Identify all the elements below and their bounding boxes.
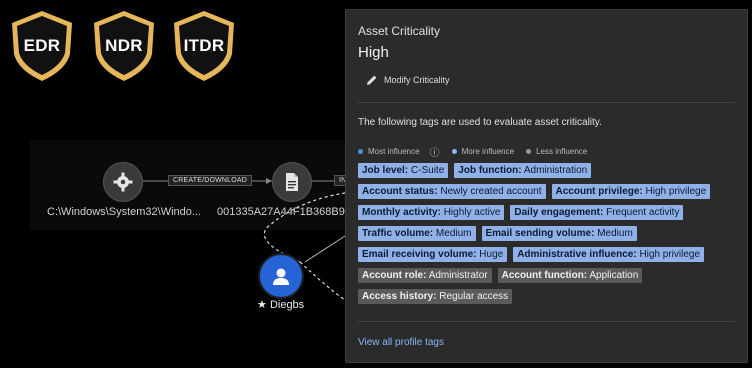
tag: Daily engagement: Frequent activity xyxy=(510,205,684,220)
legend-less: Less influence xyxy=(526,147,587,156)
user-name: Diegbs xyxy=(269,299,305,311)
tag: Job level: C-Suite xyxy=(358,163,449,178)
tag-key: Account privilege: xyxy=(555,186,643,197)
tag: Account status: Newly created account xyxy=(358,184,546,199)
dot-icon xyxy=(451,149,457,154)
tag-value: Frequent activity xyxy=(606,207,680,218)
tag-value: Administration xyxy=(523,165,588,176)
dot-icon xyxy=(526,149,532,154)
tag: Job function: Administration xyxy=(454,163,592,178)
asset-criticality-panel: Asset Criticality High Modify Criticalit… xyxy=(345,9,748,363)
pencil-icon xyxy=(367,75,377,85)
user-icon xyxy=(273,268,289,285)
tag-value: Regular access xyxy=(439,291,509,302)
tag-value: High privilege xyxy=(639,249,701,260)
user-node-label: ★ Diegbs xyxy=(257,298,304,311)
tag-key: Account status: xyxy=(362,186,438,197)
user-node[interactable] xyxy=(260,255,302,297)
tag: Access history: Regular access xyxy=(358,289,513,304)
tag: Email sending volume: Medium xyxy=(481,226,637,241)
modify-criticality-button[interactable]: Modify Criticality xyxy=(366,74,450,86)
criticality-value: High xyxy=(358,44,389,61)
document-icon xyxy=(286,173,298,191)
tag-value: High privilege xyxy=(645,186,707,197)
legend-more: More influence xyxy=(451,147,515,156)
tag-key: Job function: xyxy=(458,165,522,176)
info-icon[interactable]: ⓘ xyxy=(430,144,440,159)
file-node[interactable] xyxy=(272,162,312,202)
legend-label: Less influence xyxy=(536,147,588,156)
tag-key: Monthly activity: xyxy=(362,207,441,218)
tag-key: Administrative influence: xyxy=(517,249,637,260)
edge-label: CREATE/DOWNLOAD xyxy=(168,175,253,186)
tag-value: Newly created account xyxy=(440,186,542,197)
tag-value: Medium xyxy=(597,228,633,239)
tag-value: Application xyxy=(589,270,639,281)
tag: Administrative influence: High privilege xyxy=(513,247,705,262)
tag-key: Job level: xyxy=(362,165,409,176)
tag-list: Job level: C-Suite Job function: Adminis… xyxy=(358,163,740,304)
tag: Account privilege: High privilege xyxy=(551,184,711,199)
tag-value: Administrator xyxy=(428,270,488,281)
edge-line xyxy=(304,235,346,263)
tag: Account role: Administrator xyxy=(358,268,492,283)
tag-key: Traffic volume: xyxy=(362,228,434,239)
tag-key: Email receiving volume: xyxy=(362,249,477,260)
gear-icon xyxy=(113,172,133,192)
intro-text: The following tags are used to evaluate … xyxy=(358,117,602,128)
tag-value: Highly active xyxy=(443,207,501,218)
tag-value: Huge xyxy=(479,249,504,260)
tag-key: Email sending volume: xyxy=(485,228,595,239)
file-node-label: 001335A27A44F1B368B998 xyxy=(217,206,358,218)
tag: Account function: Application xyxy=(497,268,643,283)
view-all-profile-tags-link[interactable]: View all profile tags xyxy=(358,337,444,348)
dashed-edge xyxy=(299,261,346,301)
process-node[interactable] xyxy=(103,162,143,202)
influence-legend: Most influence ⓘ More influence Less inf… xyxy=(358,144,599,159)
tag: Traffic volume: Medium xyxy=(358,226,476,241)
modify-criticality-label: Modify Criticality xyxy=(384,75,450,85)
legend-most: Most influence ⓘ xyxy=(358,144,440,159)
divider xyxy=(358,321,735,322)
legend-label: Most influence xyxy=(368,147,420,156)
dot-icon xyxy=(358,149,363,154)
tag-key: Daily engagement: xyxy=(514,207,604,218)
star-icon: ★ xyxy=(257,299,267,311)
legend-label: More influence xyxy=(461,147,515,156)
process-node-label: C:\Windows\System32\Windo... xyxy=(47,206,202,218)
tag-value: Medium xyxy=(435,228,472,239)
tag: Monthly activity: Highly active xyxy=(358,205,505,220)
divider xyxy=(358,102,735,103)
tag-value: C-Suite xyxy=(410,165,445,176)
tag-key: Account role: xyxy=(362,270,427,281)
tag-key: Account function: xyxy=(501,270,588,281)
tag: Email receiving volume: Huge xyxy=(358,247,508,262)
tag-key: Access history: xyxy=(362,291,437,302)
panel-heading: Asset Criticality xyxy=(358,24,441,38)
